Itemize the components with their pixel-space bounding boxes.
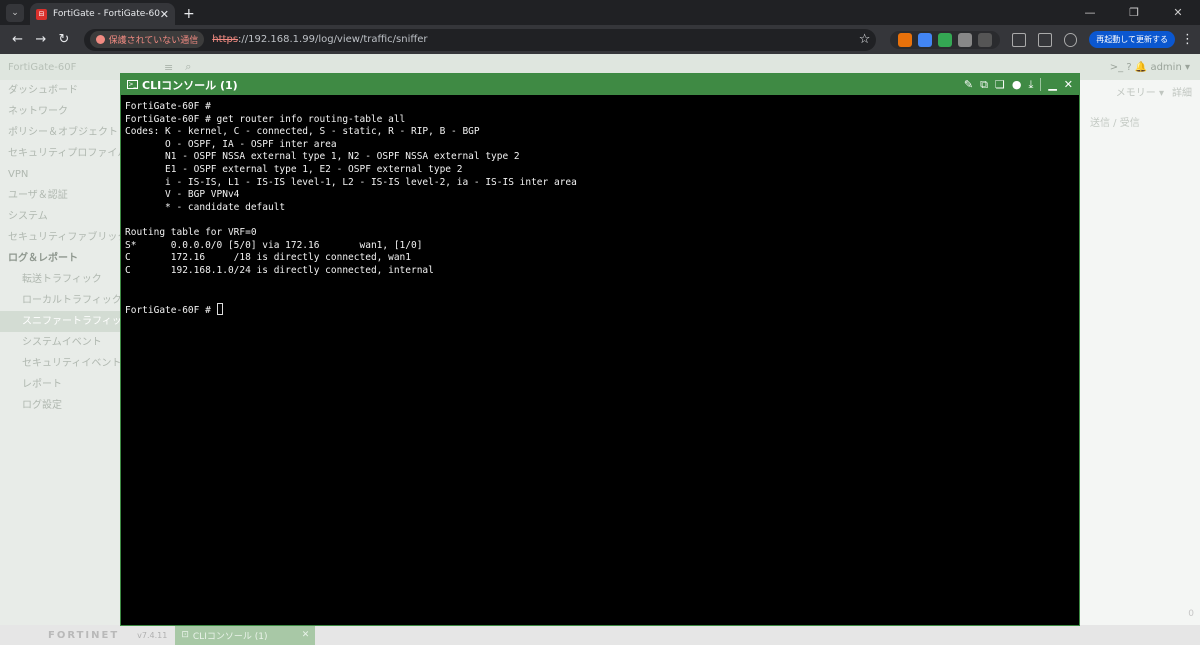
cli-title: CLIコンソール (1) [142, 78, 238, 92]
translate-icon[interactable] [1038, 32, 1052, 47]
cli-console-taskbar-tab[interactable]: ⊡ CLIコンソール (1) ✕ [175, 625, 316, 645]
browser-toolbar: ← → ↻ 保護されていない通信 https://192.168.1.99/lo… [0, 25, 1200, 54]
reload-icon[interactable]: ↻ [52, 32, 75, 47]
window-controls: — ❐ ✕ [1068, 0, 1200, 25]
extension-icon[interactable] [958, 32, 973, 47]
record-counter: 0 [1188, 609, 1194, 619]
record-icon[interactable]: ● [1012, 78, 1022, 91]
close-window-icon[interactable]: ✕ [1156, 6, 1200, 19]
divider [1040, 78, 1042, 91]
cli-console-window: >_ CLIコンソール (1) ✎ ⧉ ❏ ● ⤓ ▁ ✕ FortiGate-… [120, 73, 1080, 626]
header-right-tools[interactable]: >_ ? 🔔 admin ▾ [1110, 62, 1200, 73]
bottom-bar: FORTINET v7.4.11 ⊡ CLIコンソール (1) ✕ [0, 625, 1200, 645]
firmware-version: v7.4.11 [137, 630, 168, 640]
fortinet-logo: FORTINET [48, 629, 120, 641]
extensions-puzzle-icon[interactable] [978, 32, 993, 47]
drive-extension-icon[interactable] [938, 32, 953, 47]
taskbar-tab-close-icon[interactable]: ✕ [302, 630, 310, 640]
taskbar-tab-label: CLIコンソール (1) [192, 631, 268, 642]
memory-dropdown[interactable]: メモリー ▾ [1116, 84, 1164, 99]
minimize-console-icon[interactable]: ▁ [1048, 78, 1056, 91]
menu-hamburger-icon[interactable]: ≡ [164, 61, 173, 74]
bookmark-star-icon[interactable]: ☆ [859, 32, 871, 47]
warning-icon [95, 35, 105, 44]
cli-window-controls: ✎ ⧉ ❏ ● ⤓ ▁ ✕ [964, 78, 1073, 92]
terminal-icon: >_ [127, 80, 138, 89]
address-bar[interactable]: 保護されていない通信 https://192.168.1.99/log/view… [83, 28, 877, 51]
restore-icon[interactable]: ❐ [1112, 6, 1156, 19]
details-button[interactable]: 詳細 [1172, 84, 1192, 99]
cli-titlebar[interactable]: >_ CLIコンソール (1) ✎ ⧉ ❏ ● ⤓ ▁ ✕ [121, 74, 1079, 95]
back-icon[interactable]: ← [6, 32, 29, 47]
copy-icon[interactable]: ⧉ [980, 78, 988, 92]
device-brand[interactable]: FortiGate-60F [0, 62, 150, 73]
extension-icon[interactable] [898, 32, 913, 47]
url-text[interactable]: https://192.168.1.99/log/view/traffic/sn… [212, 34, 427, 45]
url-scheme: https [212, 34, 239, 45]
browser-tab[interactable]: ⊟ FortiGate - FortiGate-60F ✕ [30, 3, 175, 25]
url-path: ://192.168.1.99/log/view/traffic/sniffer [238, 34, 428, 45]
security-chip-label: 保護されていない通信 [108, 36, 199, 46]
cli-terminal[interactable]: FortiGate-60F # FortiGate-60F # get rout… [121, 95, 1079, 323]
tab-search-button[interactable]: ⌄ [6, 4, 24, 22]
new-tab-button[interactable]: + [183, 6, 195, 22]
extension-icon[interactable] [918, 32, 933, 47]
tab-title: FortiGate - FortiGate-60F [53, 9, 160, 19]
main-toolbar: メモリー ▾ 詳細 [1116, 84, 1192, 99]
search-icon[interactable]: ⌕ [185, 60, 191, 74]
forward-icon[interactable]: → [29, 32, 52, 47]
profile-avatar-icon[interactable] [1063, 32, 1078, 47]
minimize-icon[interactable]: — [1068, 6, 1112, 19]
extensions-group [890, 30, 1001, 49]
terminal-cursor [216, 302, 223, 315]
close-console-icon[interactable]: ✕ [1064, 78, 1073, 91]
tab-close-icon[interactable]: ✕ [160, 8, 169, 21]
download-icon[interactable]: ⤓ [1028, 78, 1033, 92]
column-header-sent-received[interactable]: 送信 / 受信 [1090, 114, 1140, 129]
terminal-output: FortiGate-60F # FortiGate-60F # get rout… [125, 101, 577, 316]
qr-code-icon[interactable] [1012, 32, 1027, 47]
terminal-icon: ⊡ [181, 630, 189, 640]
fortigate-favicon-icon: ⊟ [36, 8, 47, 20]
security-chip[interactable]: 保護されていない通信 [89, 31, 205, 48]
browser-menu-icon[interactable]: ⋮ [1181, 32, 1194, 47]
restart-to-update-button[interactable]: 再起動して更新する [1089, 31, 1175, 48]
paste-icon[interactable]: ❏ [995, 78, 1005, 91]
edit-pencil-icon[interactable]: ✎ [964, 78, 973, 91]
browser-tab-bar: ⌄ ⊟ FortiGate - FortiGate-60F ✕ + — ❐ ✕ [0, 0, 1200, 25]
